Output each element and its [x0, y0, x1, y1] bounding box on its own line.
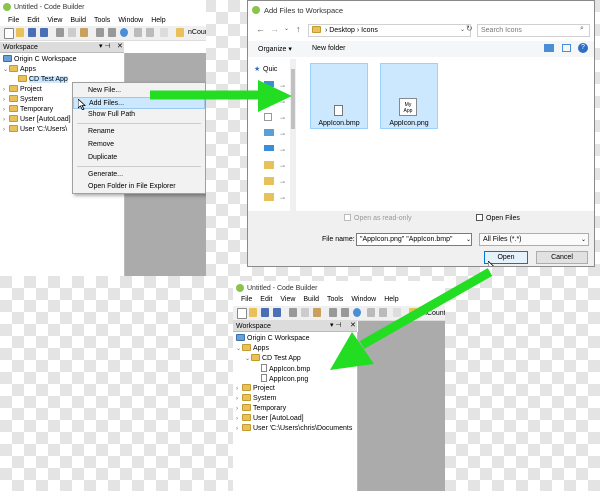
green-arrow-diagonal-icon [330, 268, 493, 370]
